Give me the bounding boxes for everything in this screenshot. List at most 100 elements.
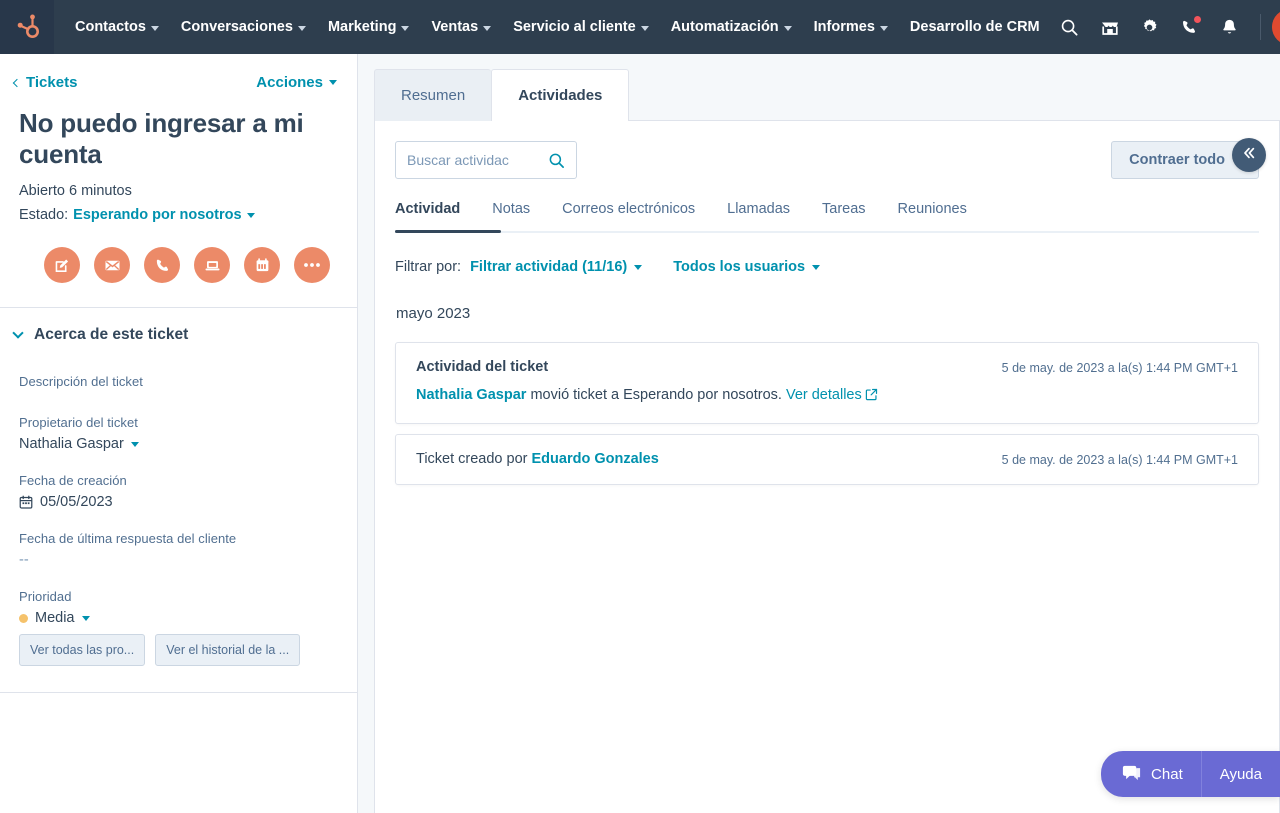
subtab-llamadas[interactable]: Llamadas bbox=[711, 201, 806, 231]
about-ticket-section-toggle[interactable]: Acerca de este ticket bbox=[0, 308, 357, 344]
subtab-correos-electronicos[interactable]: Correos electrónicos bbox=[546, 201, 711, 231]
page-title: No puedo ingresar a mi cuenta bbox=[19, 108, 304, 169]
property-priority: Prioridad Media bbox=[19, 589, 337, 626]
nav-item-servicio-al-cliente[interactable]: Servicio al cliente bbox=[502, 0, 660, 54]
nav-item-informes[interactable]: Informes bbox=[803, 0, 899, 54]
external-link-icon[interactable] bbox=[865, 388, 878, 405]
view-property-history-button[interactable]: Ver el historial de la ... bbox=[155, 634, 301, 667]
chevron-down-icon bbox=[879, 25, 888, 31]
tab-resumen[interactable]: Resumen bbox=[374, 69, 492, 121]
calling-icon[interactable] bbox=[1171, 0, 1209, 54]
subtab-reuniones[interactable]: Reuniones bbox=[882, 201, 983, 231]
property-ticket-description: Descripción del ticket bbox=[19, 374, 337, 389]
status-badge[interactable]: Esperando por nosotros bbox=[73, 207, 241, 223]
subtab-label: Llamadas bbox=[727, 201, 791, 217]
subtab-label: Correos electrónicos bbox=[562, 201, 696, 217]
activity-filter-dropdown[interactable]: Filtrar actividad (11/16) bbox=[470, 259, 643, 275]
log-call-button[interactable] bbox=[144, 247, 180, 284]
activity-timestamp: 5 de may. de 2023 a la(s) 1:44 PM GMT+1 bbox=[1001, 361, 1238, 375]
avatar[interactable] bbox=[1271, 9, 1280, 45]
activity-body: Ticket creado por Eduardo Gonzales bbox=[416, 451, 659, 467]
activity-actor-link[interactable]: Nathalia Gaspar bbox=[416, 387, 526, 403]
activity-body: Nathalia Gaspar movió ticket a Esperando… bbox=[416, 387, 1238, 405]
create-note-button[interactable] bbox=[44, 247, 80, 284]
marketplace-icon[interactable] bbox=[1091, 0, 1129, 54]
view-all-properties-button[interactable]: Ver todas las pro... bbox=[19, 634, 146, 667]
subtab-label: Actividad bbox=[395, 201, 461, 217]
ticket-status-row: Estado: Esperando por nosotros bbox=[0, 199, 357, 223]
notifications-bell-icon[interactable] bbox=[1211, 0, 1249, 54]
status-label: Estado: bbox=[19, 207, 69, 224]
subtab-actividad[interactable]: Actividad bbox=[395, 201, 476, 231]
nav-item-marketing[interactable]: Marketing bbox=[317, 0, 421, 54]
chevron-down-icon bbox=[401, 25, 410, 31]
ellipsis-icon bbox=[303, 262, 321, 268]
chevron-down-icon bbox=[483, 25, 492, 31]
chat-widget: Chat Ayuda bbox=[1101, 751, 1280, 797]
activity-subtabs: Actividad Notas Correos electrónicos Lla… bbox=[395, 201, 1259, 233]
collapse-sidebar-button[interactable] bbox=[1232, 138, 1266, 172]
user-filter-dropdown[interactable]: Todos los usuarios bbox=[673, 259, 821, 275]
subtab-tareas[interactable]: Tareas bbox=[806, 201, 882, 231]
nav-item-contactos[interactable]: Contactos bbox=[64, 0, 170, 54]
chat-label: Chat bbox=[1151, 765, 1183, 783]
send-email-button[interactable] bbox=[94, 247, 130, 284]
activity-list: Actividad del ticket 5 de may. de 2023 a… bbox=[395, 342, 1259, 515]
subtab-label: Tareas bbox=[822, 201, 866, 217]
chat-bubble-icon bbox=[1121, 762, 1142, 787]
property-last-customer-reply-date: Fecha de última respuesta del cliente -- bbox=[19, 531, 337, 568]
search-input[interactable] bbox=[407, 152, 548, 168]
property-value[interactable]: -- bbox=[19, 552, 337, 568]
ticket-properties-list: Descripción del ticket Propietario del t… bbox=[0, 344, 357, 626]
activity-details-link[interactable]: Ver detalles bbox=[786, 387, 862, 403]
help-button[interactable]: Ayuda bbox=[1202, 751, 1280, 797]
chevron-down-icon bbox=[634, 264, 643, 270]
chevron-down-icon bbox=[12, 327, 24, 340]
ticket-sidebar: Tickets Acciones No puedo ingresar a mi … bbox=[0, 54, 358, 813]
nav-item-ventas[interactable]: Ventas bbox=[420, 0, 502, 54]
laptop-icon bbox=[204, 257, 221, 274]
priority-dot-icon bbox=[19, 613, 28, 623]
property-value[interactable]: Nathalia Gaspar bbox=[19, 436, 337, 452]
ticket-open-duration: Abierto 6 minutos bbox=[19, 183, 132, 200]
activity-filter-label: Filtrar actividad (11/16) bbox=[470, 259, 628, 275]
subtab-notas[interactable]: Notas bbox=[476, 201, 546, 231]
nav-item-conversaciones[interactable]: Conversaciones bbox=[170, 0, 317, 54]
activity-card-ticket-created[interactable]: Ticket creado por Eduardo Gonzales 5 de … bbox=[395, 434, 1259, 485]
activities-toolbar: Contraer todo bbox=[395, 141, 1259, 179]
sidebar-divider-bottom bbox=[0, 692, 357, 694]
chevron-left-icon bbox=[12, 78, 22, 87]
filter-bar: Filtrar por: Filtrar actividad (11/16) T… bbox=[395, 259, 1259, 275]
notification-badge bbox=[1192, 15, 1202, 24]
tab-actividades[interactable]: Actividades bbox=[491, 69, 630, 122]
hubspot-sprocket-logo-icon bbox=[14, 14, 40, 40]
settings-gear-icon[interactable] bbox=[1131, 0, 1169, 54]
activity-timestamp: 5 de may. de 2023 a la(s) 1:44 PM GMT+1 bbox=[1001, 453, 1238, 467]
search-activities-box[interactable] bbox=[395, 141, 577, 179]
actions-label: Acciones bbox=[256, 74, 323, 91]
search-icon bbox=[548, 152, 565, 169]
property-value[interactable]: Media bbox=[19, 610, 337, 626]
sidebar-header: Tickets Acciones bbox=[0, 54, 357, 91]
more-actions-button[interactable] bbox=[294, 247, 330, 284]
hubspot-logo-button[interactable] bbox=[0, 0, 54, 54]
nav-item-desarrollo-de-crm[interactable]: Desarrollo de CRM bbox=[899, 0, 1051, 54]
calendar-task-icon bbox=[254, 257, 271, 274]
activity-card-ticket-activity[interactable]: Actividad del ticket 5 de may. de 2023 a… bbox=[395, 342, 1259, 424]
top-nav-actions bbox=[1051, 0, 1280, 54]
nav-divider bbox=[1259, 14, 1261, 40]
tab-label: Actividades bbox=[518, 87, 603, 104]
chevron-down-icon[interactable] bbox=[246, 212, 255, 218]
calendar-icon bbox=[19, 495, 33, 509]
search-icon[interactable] bbox=[1051, 0, 1089, 54]
actions-dropdown[interactable]: Acciones bbox=[256, 74, 337, 91]
schedule-meeting-button[interactable] bbox=[194, 247, 230, 284]
main-content: Resumen Actividades Buscar actividac Con… bbox=[358, 54, 1280, 813]
property-value[interactable]: 05/05/2023 bbox=[19, 494, 337, 510]
create-task-button[interactable] bbox=[244, 247, 280, 284]
nav-item-automatizacion[interactable]: Automatización bbox=[660, 0, 803, 54]
activity-actor-link[interactable]: Eduardo Gonzales bbox=[532, 451, 659, 467]
chat-button[interactable]: Chat bbox=[1101, 751, 1201, 797]
filter-prefix-label: Filtrar por: bbox=[395, 259, 462, 275]
back-to-tickets-link[interactable]: Tickets bbox=[12, 74, 77, 91]
